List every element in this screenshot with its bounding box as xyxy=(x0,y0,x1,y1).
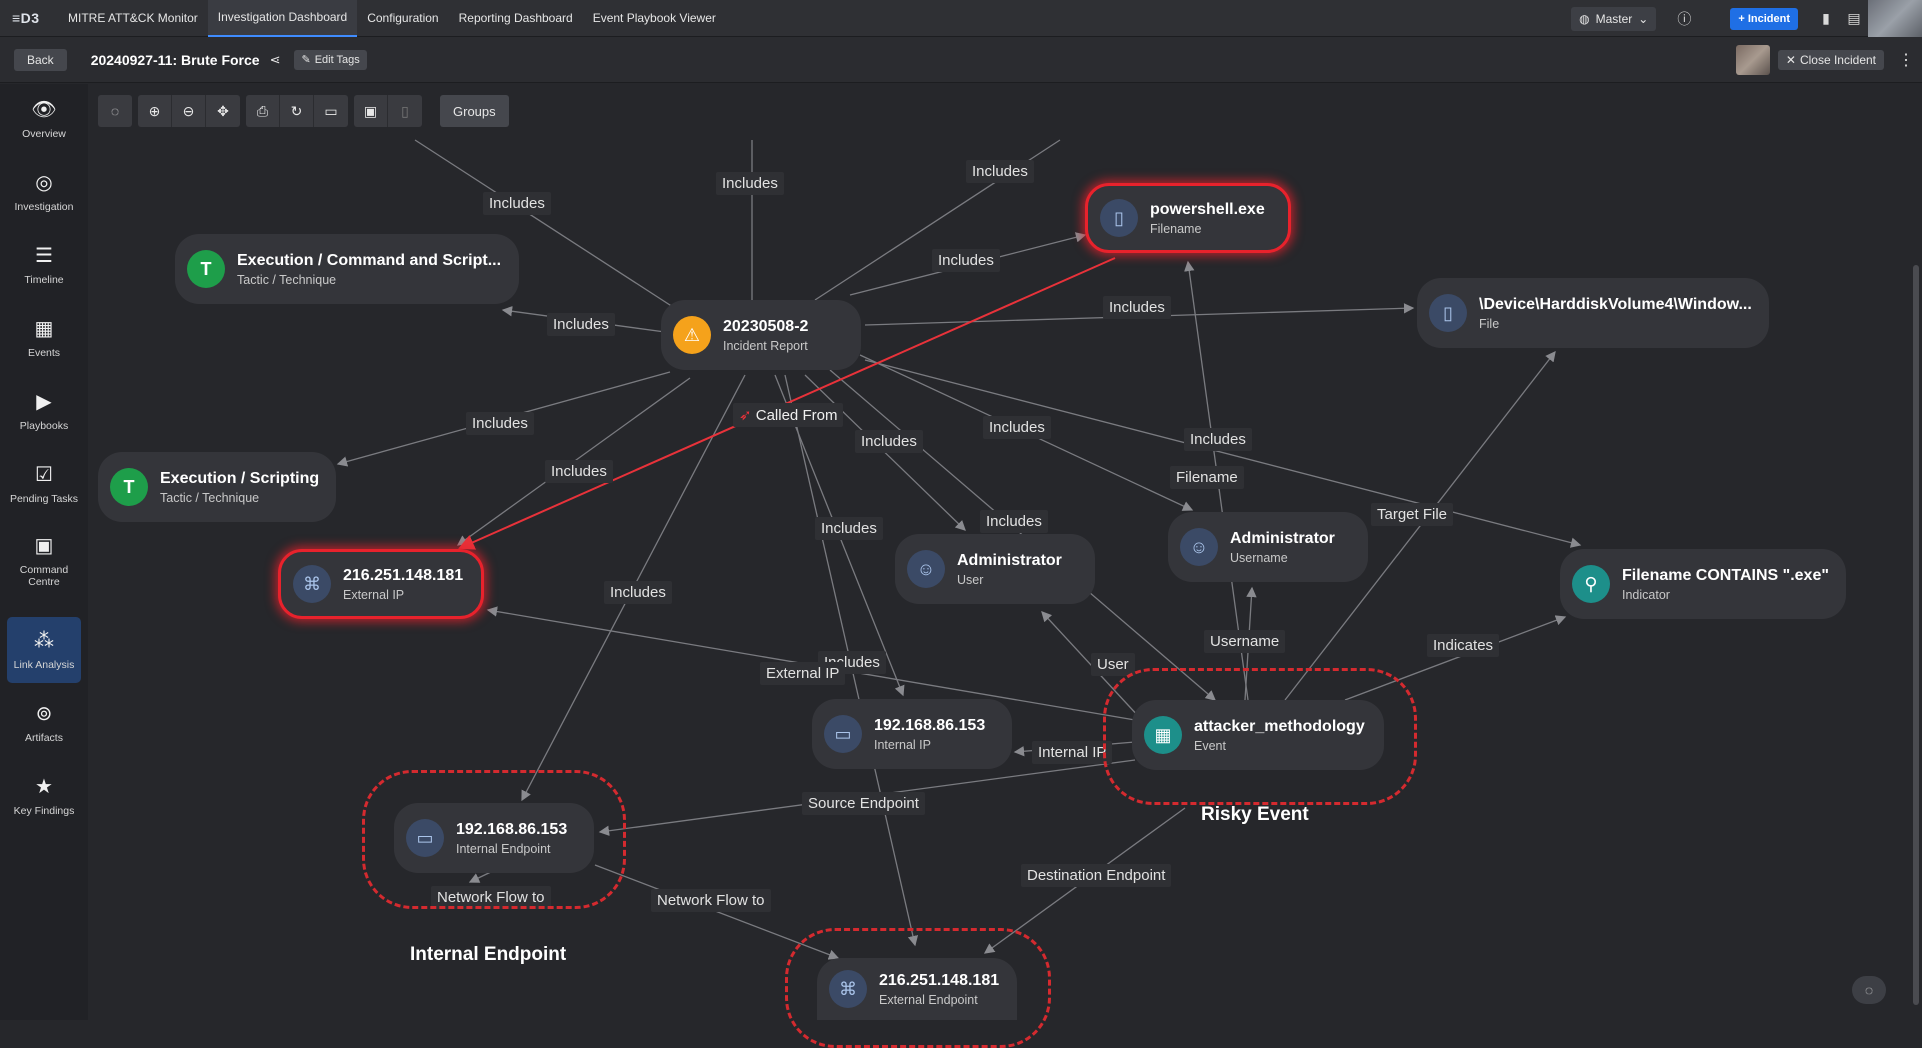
node-type: Filename xyxy=(1150,221,1202,236)
node-administrator-username[interactable]: ☺ Administrator Username xyxy=(1168,512,1368,582)
node-execution-scripting[interactable]: T Execution / Scripting Tactic / Techniqu… xyxy=(98,452,336,522)
monitor-icon: ▭ xyxy=(406,819,444,857)
node-name: 216.251.148.181 xyxy=(879,971,1000,989)
node-name: Filename CONTAINS ".exe" xyxy=(1622,566,1829,584)
edge-label-includes: Includes xyxy=(1184,428,1252,451)
node-external-endpoint[interactable]: ⌘ 216.251.148.181 External Endpoint xyxy=(817,958,1017,1020)
edge-label-includes: Includes xyxy=(815,517,883,540)
toolbar-group-actions: ⎙ ↻ ▭ xyxy=(246,95,348,127)
node-type: Internal Endpoint xyxy=(456,841,551,856)
magnifier-icon: ⚲ xyxy=(1572,565,1610,603)
node-type: Event xyxy=(1194,738,1226,753)
edge-label-includes: Includes xyxy=(466,412,534,435)
network-icon: ⌘ xyxy=(293,565,331,603)
zoom-in-icon[interactable]: ⊕ xyxy=(138,95,172,127)
edge-label-includes: Includes xyxy=(483,192,551,215)
warning-icon: ⚠ xyxy=(673,316,711,354)
fit-view-icon[interactable]: ✥ xyxy=(206,95,240,127)
node-name: Execution / Command and Script... xyxy=(237,251,502,269)
node-type: Tactic / Technique xyxy=(160,490,260,505)
called-from-text: Called From xyxy=(755,407,838,424)
group-label-risky-event: Risky Event xyxy=(1201,804,1309,825)
node-device-file[interactable]: ▯ \Device\HarddiskVolume4\Window... File xyxy=(1417,278,1769,348)
monitor-icon: ▭ xyxy=(824,715,862,753)
edge-label-external-ip: External IP xyxy=(760,662,846,685)
edge-label-called-from: ➶ Called From xyxy=(733,403,844,427)
edge-label-target-file: Target File xyxy=(1371,503,1454,526)
edge-label-indicates: Indicates xyxy=(1427,634,1500,657)
node-name: Administrator xyxy=(957,551,1062,569)
group-label-internal-endpoint: Internal Endpoint xyxy=(410,944,567,965)
zoom-out-icon[interactable]: ⊖ xyxy=(172,95,206,127)
node-external-ip[interactable]: ⌘ 216.251.148.181 External IP xyxy=(278,549,484,619)
node-internal-ip[interactable]: ▭ 192.168.86.153 Internal IP xyxy=(812,699,1012,769)
node-execution-command-script[interactable]: T Execution / Command and Script... Tacti… xyxy=(175,234,519,304)
node-name: 192.168.86.153 xyxy=(456,820,568,838)
arrow-icon: ➶ xyxy=(739,407,752,424)
edge-label-includes: Includes xyxy=(983,416,1051,439)
edge-label-network-flow: Network Flow to xyxy=(651,889,771,912)
trash-icon[interactable]: ▯ xyxy=(388,95,422,127)
node-name: 192.168.86.153 xyxy=(874,716,986,734)
node-administrator-user[interactable]: ☺ Administrator User xyxy=(895,534,1095,604)
node-powershell-exe[interactable]: ▯ powershell.exe Filename xyxy=(1085,183,1291,253)
node-name: Administrator xyxy=(1230,529,1335,547)
node-name: Execution / Scripting xyxy=(160,469,320,487)
user-icon: ☺ xyxy=(907,550,945,588)
toolbar-group-visibility: ◌ xyxy=(98,95,132,127)
user-icon: ☺ xyxy=(1180,528,1218,566)
graph-toolbar: ◌ ⊕ ⊖ ✥ ⎙ ↻ ▭ ▣ ▯ Groups xyxy=(98,95,509,127)
node-type: Username xyxy=(1230,550,1288,565)
edge-label-includes: Includes xyxy=(604,581,672,604)
toolbar-group-save: ▣ ▯ xyxy=(354,95,422,127)
edge-label-includes: Includes xyxy=(716,172,784,195)
node-incident-report[interactable]: ⚠ 20230508-2 Incident Report xyxy=(661,300,861,370)
print-icon[interactable]: ⎙ xyxy=(246,95,280,127)
node-name: attacker_methodology xyxy=(1194,717,1365,735)
edge-label-includes: Includes xyxy=(966,160,1034,183)
edge-label-includes: Includes xyxy=(855,430,923,453)
edge-label-includes: Includes xyxy=(980,510,1048,533)
node-indicator[interactable]: ⚲ Filename CONTAINS ".exe" Indicator xyxy=(1560,549,1846,619)
node-type: External IP xyxy=(343,587,405,602)
save-icon[interactable]: ▣ xyxy=(354,95,388,127)
node-internal-endpoint[interactable]: ▭ 192.168.86.153 Internal Endpoint xyxy=(394,803,594,873)
node-attacker-methodology-event[interactable]: ▦ attacker_methodology Event xyxy=(1132,700,1384,770)
edge-label-internal-ip: Internal IP xyxy=(1032,741,1113,764)
window-icon[interactable]: ▭ xyxy=(314,95,348,127)
tactic-t-icon: T xyxy=(187,250,225,288)
node-type: Tactic / Technique xyxy=(237,272,337,287)
node-type: External Endpoint xyxy=(879,992,978,1007)
edge-label-includes: Includes xyxy=(545,460,613,483)
edge-label-includes: Includes xyxy=(547,313,615,336)
network-icon: ⌘ xyxy=(829,970,867,1008)
file-icon: ▯ xyxy=(1429,294,1467,332)
toolbar-group-zoom: ⊕ ⊖ ✥ xyxy=(138,95,240,127)
refresh-icon[interactable]: ↻ xyxy=(280,95,314,127)
edge-label-username: Username xyxy=(1204,630,1286,653)
edge-label-includes: Includes xyxy=(1103,296,1171,319)
chat-bubble-icon[interactable]: ◌ xyxy=(1852,976,1886,1004)
edge-label-source-endpoint: Source Endpoint xyxy=(802,792,925,815)
node-name: 20230508-2 xyxy=(723,317,809,335)
edge-label-filename: Filename xyxy=(1170,466,1244,489)
calendar-icon: ▦ xyxy=(1144,716,1182,754)
groups-button[interactable]: Groups xyxy=(440,95,509,127)
node-type: Indicator xyxy=(1622,587,1670,602)
edge-label-destination-endpoint: Destination Endpoint xyxy=(1021,864,1172,887)
edge-label-user: User xyxy=(1091,653,1135,676)
hide-icon[interactable]: ◌ xyxy=(98,95,132,127)
node-name: \Device\HarddiskVolume4\Window... xyxy=(1479,295,1752,313)
node-type: Incident Report xyxy=(723,338,808,353)
node-type: User xyxy=(957,572,984,587)
tactic-t-icon: T xyxy=(110,468,148,506)
edge-label-includes: Includes xyxy=(932,249,1000,272)
node-name: powershell.exe xyxy=(1150,200,1265,218)
node-name: 216.251.148.181 xyxy=(343,566,464,584)
file-icon: ▯ xyxy=(1100,199,1138,237)
vertical-scrollbar[interactable] xyxy=(1913,265,1919,1005)
node-type: Internal IP xyxy=(874,737,931,752)
node-type: File xyxy=(1479,316,1500,331)
